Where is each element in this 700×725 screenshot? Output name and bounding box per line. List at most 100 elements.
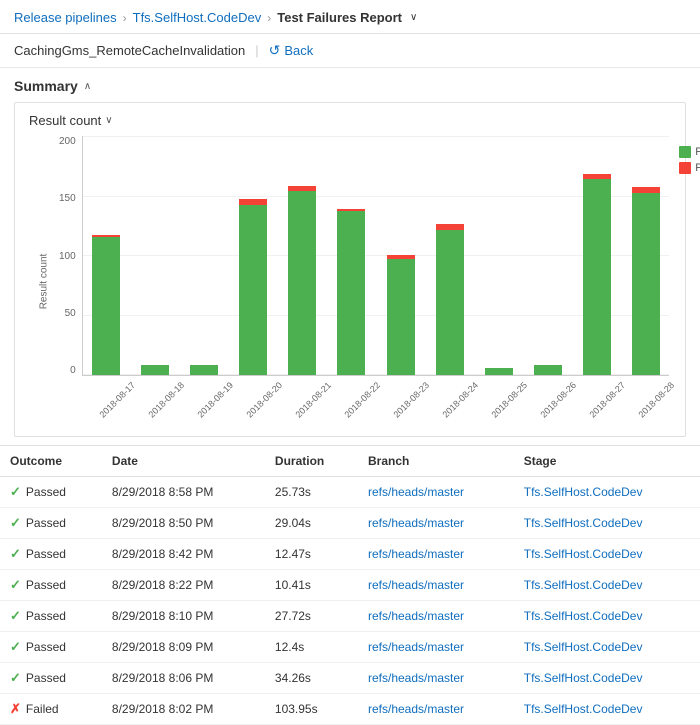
stage-link-2[interactable]: Tfs.SelfHost.CodeDev: [524, 547, 643, 561]
breadcrumb-dropdown-icon[interactable]: ∨: [410, 12, 417, 23]
td-stage-2: Tfs.SelfHost.CodeDev: [514, 539, 700, 570]
legend-failed-box: [679, 162, 691, 174]
td-outcome-1: ✓Passed: [0, 508, 102, 539]
branch-link-2[interactable]: refs/heads/master: [368, 547, 464, 561]
legend-passed-label: Passed: [695, 146, 700, 158]
y-tick-100: 100: [59, 251, 76, 262]
td-outcome-2: ✓Passed: [0, 539, 102, 570]
outcome-label-6: Passed: [26, 671, 66, 685]
breadcrumb-sep-1: ›: [123, 11, 127, 25]
branch-link-0[interactable]: refs/heads/master: [368, 485, 464, 499]
td-date-1: 8/29/2018 8:50 PM: [102, 508, 265, 539]
stage-link-0[interactable]: Tfs.SelfHost.CodeDev: [524, 485, 643, 499]
table-section: Outcome Date Duration Branch Stage ✓Pass…: [0, 445, 700, 725]
legend-passed: Passed: [679, 146, 700, 158]
bar-group-2018-08-28: [623, 136, 669, 375]
td-outcome-3: ✓Passed: [0, 570, 102, 601]
stage-link-7[interactable]: Tfs.SelfHost.CodeDev: [524, 702, 643, 716]
bar-group-2018-08-24: [427, 136, 473, 375]
chart-dropdown-icon[interactable]: ∨: [105, 115, 112, 126]
x-label-2018-08-22: 2018-08-22: [342, 380, 382, 420]
branch-link-4[interactable]: refs/heads/master: [368, 609, 464, 623]
td-date-3: 8/29/2018 8:22 PM: [102, 570, 265, 601]
td-duration-6: 34.26s: [265, 663, 358, 694]
col-stage: Stage: [514, 446, 700, 477]
bar-passed-2018-08-17: [92, 237, 120, 375]
breadcrumb-release-pipelines[interactable]: Release pipelines: [14, 10, 117, 25]
td-branch-5: refs/heads/master: [358, 632, 514, 663]
branch-link-5[interactable]: refs/heads/master: [368, 640, 464, 654]
branch-link-6[interactable]: refs/heads/master: [368, 671, 464, 685]
col-date: Date: [102, 446, 265, 477]
chart-title-row: Result count ∨: [29, 113, 671, 128]
td-stage-4: Tfs.SelfHost.CodeDev: [514, 601, 700, 632]
table-header: Outcome Date Duration Branch Stage: [0, 446, 700, 477]
td-stage-7: Tfs.SelfHost.CodeDev: [514, 694, 700, 725]
stage-link-3[interactable]: Tfs.SelfHost.CodeDev: [524, 578, 643, 592]
x-axis-labels: 2018-08-172018-08-182018-08-192018-08-20…: [82, 376, 670, 426]
td-duration-4: 27.72s: [265, 601, 358, 632]
breadcrumb-sep-2: ›: [267, 11, 271, 25]
x-label-2018-08-19: 2018-08-19: [195, 380, 235, 420]
breadcrumb-pipeline-name[interactable]: Tfs.SelfHost.CodeDev: [133, 10, 262, 25]
summary-header[interactable]: Summary ∧: [14, 78, 686, 94]
td-outcome-7: ✗Failed: [0, 694, 102, 725]
branch-link-1[interactable]: refs/heads/master: [368, 516, 464, 530]
td-duration-1: 29.04s: [265, 508, 358, 539]
stage-link-5[interactable]: Tfs.SelfHost.CodeDev: [524, 640, 643, 654]
outcome-icon-6: ✓: [10, 670, 21, 686]
td-outcome-0: ✓Passed: [0, 477, 102, 508]
bar-passed-2018-08-26: [534, 365, 562, 375]
bar-passed-2018-08-18: [141, 365, 169, 375]
td-duration-5: 12.4s: [265, 632, 358, 663]
table-row: ✓Passed8/29/2018 8:58 PM25.73srefs/heads…: [0, 477, 700, 508]
td-branch-6: refs/heads/master: [358, 663, 514, 694]
bar-passed-2018-08-19: [190, 365, 218, 375]
bar-passed-2018-08-23: [387, 259, 415, 375]
stage-link-1[interactable]: Tfs.SelfHost.CodeDev: [524, 516, 643, 530]
td-duration-7: 103.95s: [265, 694, 358, 725]
collapse-icon: ∧: [84, 81, 91, 92]
table-row: ✓Passed8/29/2018 8:09 PM12.4srefs/heads/…: [0, 632, 700, 663]
outcome-icon-0: ✓: [10, 484, 21, 500]
y-tick-200: 200: [59, 136, 76, 147]
summary-section: Summary ∧ Result count ∨ Result count 20…: [0, 68, 700, 437]
outcome-label-7: Failed: [26, 702, 59, 716]
y-tick-0: 0: [70, 365, 76, 376]
col-outcome: Outcome: [0, 446, 102, 477]
td-date-0: 8/29/2018 8:58 PM: [102, 477, 265, 508]
td-date-6: 8/29/2018 8:06 PM: [102, 663, 265, 694]
outcome-label-5: Passed: [26, 640, 66, 654]
x-label-2018-08-18: 2018-08-18: [146, 380, 186, 420]
outcome-label-4: Passed: [26, 609, 66, 623]
back-icon: ↺: [269, 42, 281, 59]
x-label-2018-08-24: 2018-08-24: [441, 380, 481, 420]
branch-link-3[interactable]: refs/heads/master: [368, 578, 464, 592]
td-date-4: 8/29/2018 8:10 PM: [102, 601, 265, 632]
bar-group-2018-08-20: [230, 136, 276, 375]
stage-link-4[interactable]: Tfs.SelfHost.CodeDev: [524, 609, 643, 623]
x-label-2018-08-21: 2018-08-21: [293, 380, 333, 420]
td-branch-7: refs/heads/master: [358, 694, 514, 725]
bar-group-2018-08-18: [132, 136, 178, 375]
td-duration-3: 10.41s: [265, 570, 358, 601]
bar-group-2018-08-22: [328, 136, 374, 375]
td-branch-2: refs/heads/master: [358, 539, 514, 570]
table-row: ✓Passed8/29/2018 8:50 PM29.04s refs/heads…: [0, 508, 700, 539]
subheader: CachingGms_RemoteCacheInvalidation | ↺ B…: [0, 34, 700, 68]
td-stage-5: Tfs.SelfHost.CodeDev: [514, 632, 700, 663]
stage-link-6[interactable]: Tfs.SelfHost.CodeDev: [524, 671, 643, 685]
header: Release pipelines › Tfs.SelfHost.CodeDev…: [0, 0, 700, 34]
x-label-2018-08-23: 2018-08-23: [391, 380, 431, 420]
x-label-2018-08-27: 2018-08-27: [588, 380, 628, 420]
branch-link-7[interactable]: refs/heads/master: [368, 702, 464, 716]
legend-failed-label: Failed: [695, 162, 700, 174]
td-date-5: 8/29/2018 8:09 PM: [102, 632, 265, 663]
outcome-icon-1: ✓: [10, 515, 21, 531]
bar-passed-2018-08-28: [632, 193, 660, 375]
back-button[interactable]: ↺ Back: [269, 42, 314, 59]
outcome-icon-2: ✓: [10, 546, 21, 562]
table-row: ✗Failed8/29/2018 8:02 PM103.95srefs/head…: [0, 694, 700, 725]
td-stage-0: Tfs.SelfHost.CodeDev: [514, 477, 700, 508]
bar-group-2018-08-25: [476, 136, 522, 375]
